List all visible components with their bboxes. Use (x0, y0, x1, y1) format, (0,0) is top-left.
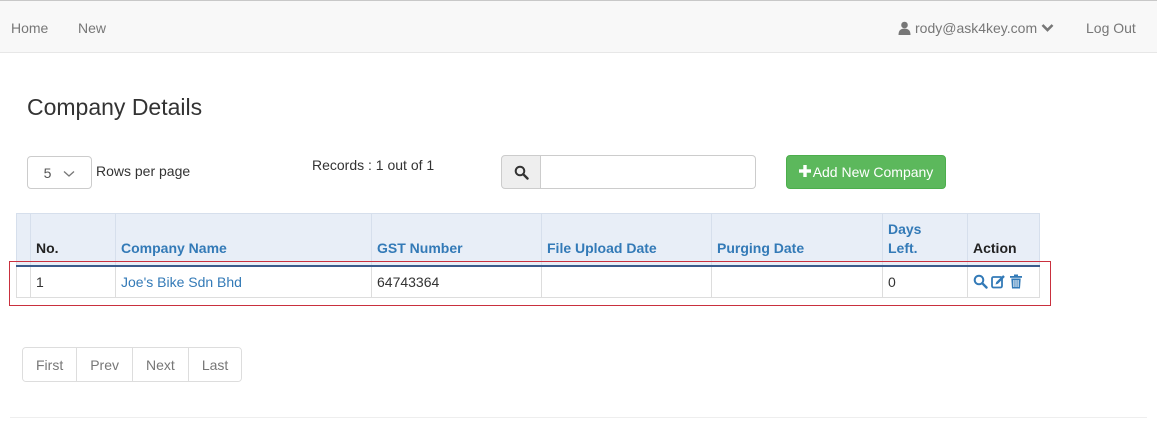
cell-no: 1 (30, 265, 116, 298)
search-icon[interactable] (501, 155, 541, 189)
view-search-icon[interactable] (973, 274, 988, 289)
chevron-down-icon (63, 165, 75, 181)
header-file-upload-date[interactable]: File Upload Date (541, 213, 712, 267)
cell-purging-date (711, 265, 883, 298)
pagination: First Prev Next Last (22, 347, 243, 382)
cell-actions (967, 265, 1040, 298)
records-count: Records : 1 out of 1 (312, 157, 435, 173)
logout-link[interactable]: Log Out (1086, 19, 1136, 37)
pagination-next[interactable]: Next (133, 348, 189, 381)
header-blank (16, 213, 31, 267)
cell-gst-number: 64743364 (371, 265, 542, 298)
cell-days-left: 0 (882, 265, 968, 298)
trash-icon[interactable] (1009, 274, 1023, 289)
rows-per-page-select[interactable]: 5 (27, 156, 92, 189)
header-action: Action (967, 213, 1040, 267)
company-table-wrapper: No. Company Name GST Number File Upload … (16, 213, 1040, 298)
header-purging-date[interactable]: Purging Date (711, 213, 883, 267)
header-days-left-line2: Left. (888, 239, 918, 256)
header-days-left-line1: Days (888, 220, 922, 237)
rows-per-page-value: 5 (43, 164, 52, 181)
user-icon (898, 21, 911, 35)
user-email: rody@ask4key.com (915, 20, 1038, 36)
plus-icon (798, 164, 811, 180)
header-gst-number[interactable]: GST Number (371, 213, 542, 267)
search-input[interactable] (541, 155, 756, 189)
add-new-company-label: Add New Company (812, 164, 934, 180)
table-row: 1 Joe's Bike Sdn Bhd 64743364 0 (16, 265, 1040, 298)
user-menu[interactable]: rody@ask4key.com (898, 19, 1054, 37)
pagination-last[interactable]: Last (188, 348, 242, 381)
rows-per-page-label: Rows per page (96, 163, 191, 179)
cell-company-name: Joe's Bike Sdn Bhd (115, 265, 372, 298)
action-icons (973, 274, 1034, 289)
header-no: No. (30, 213, 116, 267)
company-name-link[interactable]: Joe's Bike Sdn Bhd (121, 274, 242, 290)
pagination-prev[interactable]: Prev (77, 348, 134, 381)
page-title: Company Details (27, 94, 203, 120)
header-company-name[interactable]: Company Name (115, 213, 372, 267)
top-navbar: Home New rody@ask4key.com Log Out (0, 0, 1157, 53)
chevron-down-icon (1041, 23, 1054, 33)
cell-file-upload-date (541, 265, 712, 298)
footer-divider (10, 417, 1147, 418)
search-group (501, 155, 756, 189)
add-new-company-button[interactable]: Add New Company (786, 155, 946, 189)
header-days-left[interactable]: Days Left. (882, 213, 968, 267)
nav-home-link[interactable]: Home (11, 19, 48, 37)
table-header-row: No. Company Name GST Number File Upload … (16, 213, 1040, 267)
pagination-first[interactable]: First (23, 348, 78, 381)
edit-icon[interactable] (991, 274, 1006, 289)
nav-new-link[interactable]: New (78, 19, 106, 37)
company-table: No. Company Name GST Number File Upload … (16, 213, 1040, 298)
row-select-cell (16, 265, 31, 298)
